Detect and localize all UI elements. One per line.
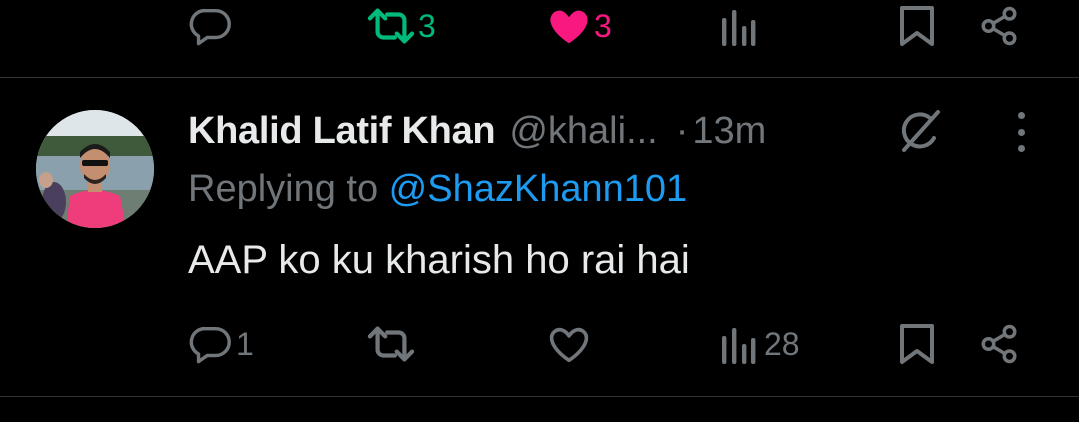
- share-icon: [978, 323, 1020, 365]
- author-handle[interactable]: @khali...: [509, 110, 657, 153]
- like-count: 3: [594, 8, 612, 44]
- dot-separator: ·: [675, 109, 689, 152]
- more-dot: [1017, 145, 1025, 152]
- share-button[interactable]: [978, 314, 1020, 374]
- bookmark-button[interactable]: [898, 0, 936, 56]
- reply-button[interactable]: 1: [188, 314, 254, 374]
- reply-icon: [188, 3, 234, 49]
- tweet-divider: [0, 77, 1079, 78]
- more-dot: [1017, 128, 1025, 136]
- retweet-button[interactable]: 3: [366, 0, 436, 56]
- reply-count: 1: [236, 326, 254, 362]
- replying-to: Replying to @ShazKhann101: [188, 168, 687, 211]
- share-icon: [978, 5, 1020, 47]
- timeline: 3 3 Khalid Latif Khan @khali... · 13m Re…: [0, 0, 1079, 422]
- more-options-icon[interactable]: [1003, 112, 1039, 152]
- replying-to-label: Replying to: [188, 168, 389, 210]
- views-icon: [720, 324, 756, 364]
- more-dot: [1017, 112, 1025, 119]
- bookmark-icon: [898, 322, 936, 366]
- reply-mention-link[interactable]: @ShazKhann101: [389, 168, 687, 210]
- retweet-count: 3: [418, 8, 436, 44]
- grok-icon[interactable]: [894, 106, 946, 156]
- reply-icon: [188, 321, 234, 367]
- author-name[interactable]: Khalid Latif Khan: [188, 110, 496, 153]
- retweet-icon: [366, 321, 416, 367]
- views-icon: [720, 6, 756, 46]
- bookmark-button[interactable]: [898, 314, 936, 374]
- retweet-icon: [366, 3, 416, 49]
- tweet-header: Khalid Latif Khan @khali... · 13m: [188, 103, 766, 159]
- views-count: 28: [764, 326, 800, 362]
- avatar[interactable]: [36, 110, 154, 228]
- timestamp[interactable]: 13m: [692, 110, 766, 153]
- heart-icon: [546, 321, 592, 367]
- share-button[interactable]: [978, 0, 1020, 56]
- tweet-action-bar: 1 28: [0, 314, 1079, 374]
- retweet-button[interactable]: [366, 314, 416, 374]
- heart-filled-icon: [546, 3, 592, 49]
- tweet-text: AAP ko ku kharish ho rai hai: [188, 238, 690, 282]
- prev-tweet-action-bar: 3 3: [0, 0, 1079, 56]
- like-button[interactable]: 3: [546, 0, 612, 56]
- views-button[interactable]: 28: [720, 314, 800, 374]
- avatar-photo: [36, 110, 154, 228]
- bookmark-icon: [898, 4, 936, 48]
- reply-button[interactable]: [188, 0, 234, 56]
- views-button[interactable]: [720, 0, 756, 56]
- like-button[interactable]: [546, 314, 592, 374]
- tweet-divider: [0, 396, 1079, 397]
